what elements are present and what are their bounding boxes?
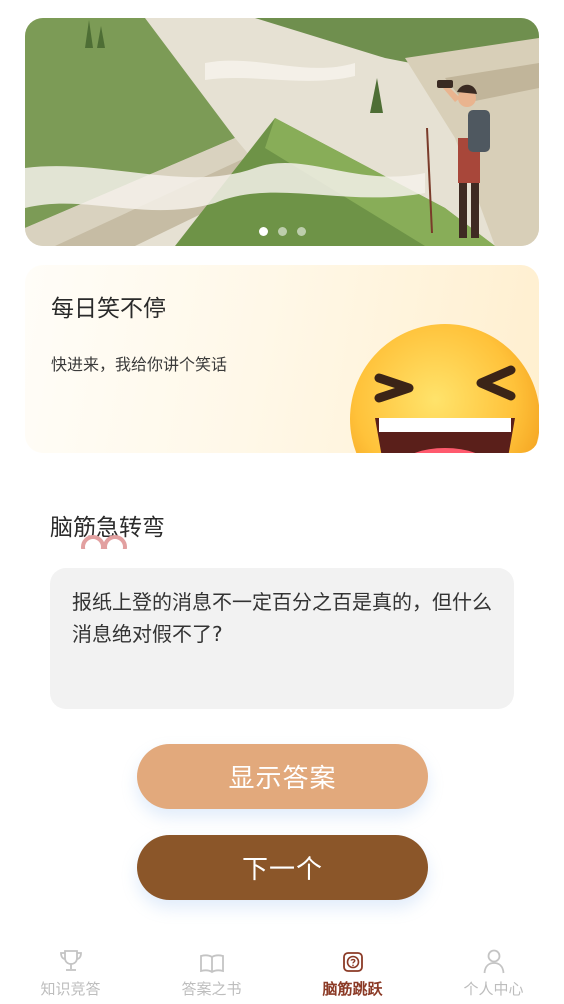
- riddle-question-text: 报纸上登的消息不一定百分之百是真的，但什么消息绝对假不了?: [72, 590, 492, 646]
- joke-card-subtitle: 快进来，我给你讲个笑话: [51, 355, 228, 374]
- loading-spinner-icon: [81, 535, 127, 549]
- carousel-pagination: [25, 227, 539, 236]
- tab-personal-center[interactable]: 个人中心: [423, 938, 564, 1004]
- next-button[interactable]: 下一个: [137, 835, 428, 900]
- tab-brain-jump[interactable]: 脑筋跳跃: [282, 938, 423, 1004]
- trophy-icon: [59, 950, 82, 971]
- tab-knowledge-quiz[interactable]: 知识竞答: [0, 938, 141, 1004]
- joke-card-title: 每日笑不停: [51, 296, 166, 322]
- next-label: 下一个: [241, 855, 323, 885]
- tab-book-of-answers[interactable]: 答案之书: [141, 938, 282, 1004]
- carousel-dot[interactable]: [296, 227, 306, 236]
- tab-label: 知识竞答: [40, 980, 101, 998]
- tab-label: 个人中心: [463, 980, 524, 998]
- show-answer-button[interactable]: 显示答案: [137, 744, 428, 809]
- brain-quiz-icon: [342, 952, 363, 972]
- bottom-tab-bar: 知识竞答 答案之书 脑筋跳跃 个人中心: [0, 938, 564, 1004]
- banner-carousel[interactable]: [25, 18, 539, 246]
- show-answer-label: 显示答案: [228, 764, 337, 794]
- tab-label: 脑筋跳跃: [322, 980, 383, 998]
- carousel-dot[interactable]: [277, 227, 287, 236]
- user-icon: [483, 949, 504, 974]
- banner-illustration: [25, 18, 539, 246]
- carousel-dot[interactable]: [258, 227, 268, 236]
- tab-label: 答案之书: [181, 980, 242, 998]
- daily-joke-card[interactable]: 每日笑不停 快进来，我给你讲个笑话: [25, 265, 539, 453]
- book-icon: [199, 954, 224, 974]
- riddle-question-box: 报纸上登的消息不一定百分之百是真的，但什么消息绝对假不了?: [50, 568, 514, 709]
- laughing-emoji-icon: [350, 324, 539, 453]
